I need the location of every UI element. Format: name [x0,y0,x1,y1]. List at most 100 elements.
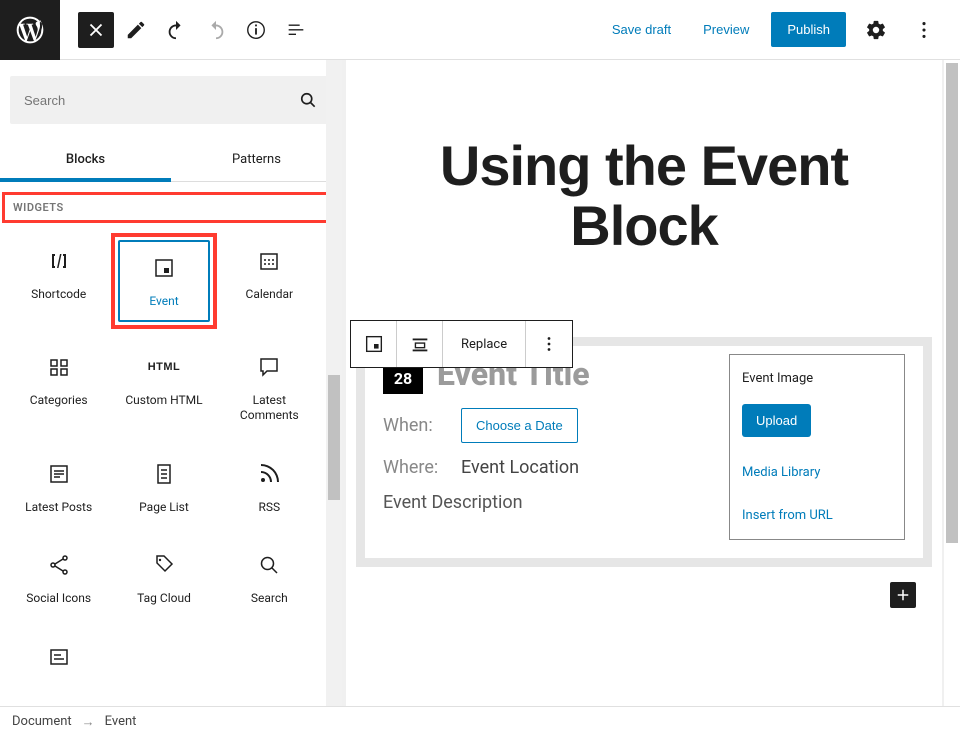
tab-blocks[interactable]: Blocks [0,140,171,181]
search-input[interactable] [24,93,298,108]
choose-date-button[interactable]: Choose a Date [461,408,578,443]
more-options-button[interactable] [906,12,942,48]
save-draft-button[interactable]: Save draft [602,14,681,45]
block-grid: Shortcode Event Calendar Categories HTML… [0,223,342,679]
categories-icon [47,355,71,379]
breadcrumb-root[interactable]: Document [12,714,72,729]
list-icon [285,19,307,41]
block-label: Page List [139,500,189,516]
plus-icon [894,586,912,604]
top-toolbar: Save draft Preview Publish [0,0,960,60]
block-label: RSS [259,500,281,516]
media-library-link[interactable]: Media Library [742,465,892,480]
event-location-input[interactable]: Event Location [461,457,579,478]
block-more-button[interactable] [526,321,572,367]
block-inserter-panel: Blocks Patterns WIDGETS Shortcode Event … [0,60,342,706]
block-custom-html[interactable]: HTML Custom HTML [111,339,216,421]
chevron-right-icon: → [82,714,95,730]
redo-button[interactable] [198,12,234,48]
calendar-icon [257,249,281,273]
block-search-box[interactable] [10,76,332,124]
edit-button[interactable] [118,12,154,48]
block-toolbar: Replace [350,320,573,368]
image-panel-title: Event Image [742,371,892,386]
block-calendar[interactable]: Calendar [217,233,322,315]
block-event[interactable]: Event [118,240,209,322]
highlight-annotation: Event [111,233,216,329]
rss-icon [257,462,281,486]
date-day: 28 [394,369,412,388]
event-image-panel: Event Image Upload Media Library Insert … [729,354,905,540]
toolbar-left [60,12,318,48]
generic-block-icon [47,645,71,669]
replace-button[interactable]: Replace [443,321,526,367]
editor-canvas-wrap: Using the Event Block Replace Jul 28 Eve… [342,60,960,706]
block-label: Search [251,591,288,607]
block-search[interactable]: Search [217,537,322,619]
block-rss[interactable]: RSS [217,446,322,528]
block-label: Latest Posts [25,500,92,516]
block-social-icons[interactable]: Social Icons [6,537,111,619]
event-block[interactable]: Jul 28 Event Title When: Choose a Date W… [356,337,932,567]
block-tag-cloud[interactable]: Tag Cloud [111,537,216,619]
event-icon [363,333,385,355]
inserter-tabs: Blocks Patterns [0,140,342,182]
undo-icon [165,19,187,41]
block-label: Categories [30,393,88,409]
comment-icon [257,355,281,379]
posts-icon [47,462,71,486]
outline-button[interactable] [278,12,314,48]
gear-icon [865,19,887,41]
kebab-icon [913,19,935,41]
block-shortcode[interactable]: Shortcode [6,233,111,315]
editor-scrollbar[interactable] [944,60,960,706]
where-label: Where: [383,457,447,478]
upload-button[interactable]: Upload [742,404,811,437]
wordpress-logo[interactable] [0,0,60,60]
block-label: Event [149,294,178,310]
align-button[interactable] [397,321,443,367]
block-latest-posts[interactable]: Latest Posts [6,446,111,528]
block-page-list[interactable]: Page List [111,446,216,528]
block-label: Tag Cloud [137,591,191,607]
breadcrumb: Document → Event [0,706,960,736]
block-latest-comments[interactable]: Latest Comments [217,339,322,436]
close-inserter-button[interactable] [78,12,114,48]
block-label: Latest Comments [223,393,316,424]
settings-button[interactable] [858,12,894,48]
page-list-icon [152,462,176,486]
block-categories[interactable]: Categories [6,339,111,421]
event-left: Jul 28 Event Title When: Choose a Date W… [383,354,711,540]
wordpress-icon [14,14,46,46]
when-label: When: [383,415,447,436]
block-label: Social Icons [26,591,91,607]
insert-from-url-link[interactable]: Insert from URL [742,508,892,523]
info-button[interactable] [238,12,274,48]
block-extra[interactable] [6,629,111,671]
post-title[interactable]: Using the Event Block [346,60,942,257]
publish-button[interactable]: Publish [771,12,846,47]
pencil-icon [125,19,147,41]
main-area: Blocks Patterns WIDGETS Shortcode Event … [0,60,960,706]
redo-icon [205,19,227,41]
share-icon [47,553,71,577]
kebab-icon [538,333,560,355]
event-description-input[interactable]: Event Description [383,492,711,513]
html-icon: HTML [152,355,176,379]
shortcode-icon [47,249,71,273]
breadcrumb-leaf[interactable]: Event [105,714,137,729]
section-widgets-label: WIDGETS [2,192,342,223]
block-label: Custom HTML [125,393,202,409]
tag-icon [152,553,176,577]
undo-button[interactable] [158,12,194,48]
editor-canvas[interactable]: Using the Event Block Replace Jul 28 Eve… [346,60,942,706]
align-icon [409,333,431,355]
block-label: Shortcode [31,287,86,303]
block-label: Calendar [246,287,294,303]
tab-patterns[interactable]: Patterns [171,140,342,181]
add-block-button[interactable] [890,582,916,608]
event-icon [152,256,176,280]
block-type-button[interactable] [351,321,397,367]
preview-button[interactable]: Preview [693,14,759,45]
info-icon [245,19,267,41]
